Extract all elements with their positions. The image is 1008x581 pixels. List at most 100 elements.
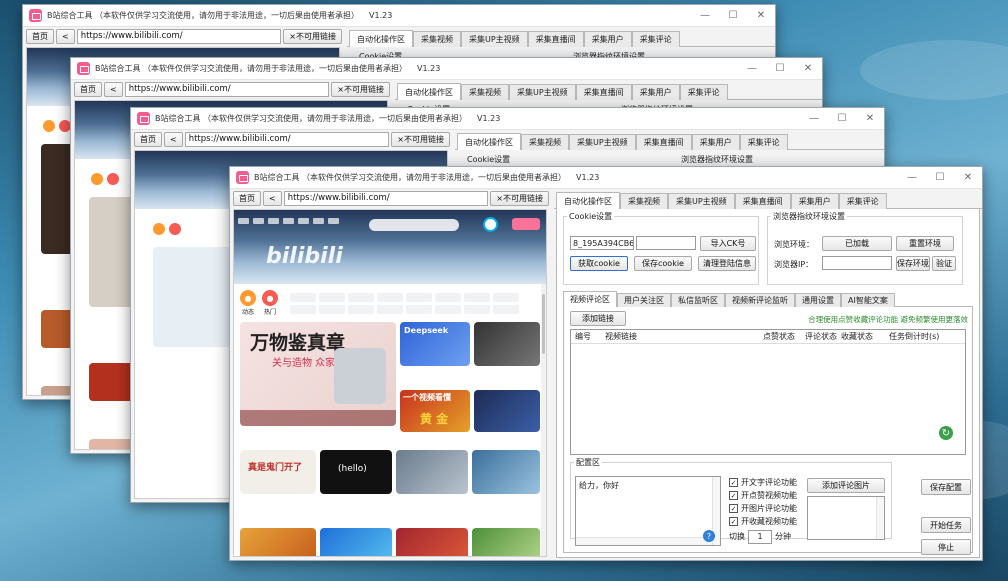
video-card[interactable] (474, 322, 540, 366)
upload-button[interactable] (512, 218, 540, 230)
tab-collect-comment[interactable]: 采集评论 (739, 134, 788, 150)
tab-collect-video[interactable]: 采集视频 (413, 31, 461, 47)
minimize-button[interactable]: — (738, 58, 766, 80)
tab-collect-live[interactable]: 采集直播间 (635, 134, 692, 150)
no-link-button[interactable]: ×不可用链接 (490, 190, 549, 206)
add-comment-image-button[interactable]: 添加评论图片 (807, 478, 885, 493)
browser-scrollbar[interactable] (541, 284, 546, 556)
comment-image-list[interactable] (807, 496, 885, 540)
url-field[interactable]: https://www.bilibili.com/ (124, 81, 330, 97)
back-button[interactable]: < (104, 81, 123, 97)
video-card[interactable] (89, 197, 135, 307)
minimize-button[interactable]: — (691, 5, 719, 27)
tab-collect-live[interactable]: 采集直播间 (527, 31, 584, 47)
refresh-icon[interactable]: ↻ (939, 426, 953, 440)
video-card[interactable] (396, 528, 468, 556)
dynamic-icon[interactable] (43, 120, 55, 132)
subtab-video-comments[interactable]: 视频评论区 (563, 291, 617, 307)
cookie-extra-field[interactable] (636, 236, 696, 250)
option-like-video[interactable]: ✓ 开点赞视频功能 (729, 489, 797, 502)
maximize-button[interactable]: ☐ (766, 58, 794, 80)
tab-collect-comment[interactable]: 采集评论 (631, 31, 680, 47)
checkbox-icon[interactable]: ✓ (729, 478, 738, 487)
tab-collect-user[interactable]: 采集用户 (631, 84, 680, 100)
tab-automation[interactable]: 自动化操作区 (349, 30, 413, 47)
help-icon[interactable]: ? (703, 530, 715, 542)
env-loaded-button[interactable]: 已加载 (822, 236, 892, 251)
minimize-button[interactable]: — (800, 108, 828, 130)
video-card[interactable] (472, 450, 540, 494)
video-card[interactable]: 一个视频看懂 黄 金 (400, 390, 470, 432)
tab-collect-video[interactable]: 采集视频 (461, 84, 509, 100)
home-button[interactable]: 首页 (74, 81, 102, 97)
save-cookie-button[interactable]: 保存cookie (634, 256, 692, 271)
dynamic-icon[interactable] (153, 223, 165, 235)
dynamic-icon[interactable]: ● (240, 290, 256, 306)
subtab-user-follow[interactable]: 用户关注区 (617, 293, 671, 307)
tab-automation[interactable]: 自动化操作区 (556, 192, 620, 209)
maximize-button[interactable]: ☐ (828, 108, 856, 130)
video-card[interactable] (240, 528, 316, 556)
maximize-button[interactable]: ☐ (926, 167, 954, 189)
ip-field[interactable] (822, 256, 892, 270)
verify-button[interactable]: 验证 (932, 256, 956, 271)
avatar[interactable] (483, 217, 498, 232)
video-card[interactable] (89, 439, 135, 449)
subtab-new-comment-listen[interactable]: 视频新评论监听 (725, 293, 795, 307)
home-button[interactable]: 首页 (26, 28, 54, 44)
import-ck-button[interactable]: 导入CK号 (700, 236, 756, 251)
video-card[interactable]: 真是鬼门开了 (240, 450, 316, 494)
switch-interval-input[interactable]: 1 (748, 529, 772, 544)
save-env-button[interactable]: 保存环境 (896, 256, 930, 271)
close-button[interactable]: ✕ (794, 58, 822, 80)
option-image-comment[interactable]: ✓ 开图片评论功能 (729, 502, 797, 515)
dynamic-icon[interactable] (91, 173, 103, 185)
video-card[interactable] (474, 390, 540, 432)
back-button[interactable]: < (56, 28, 75, 44)
image-list-scrollbar[interactable] (876, 497, 884, 539)
comment-text-area[interactable]: 给力，你好 (575, 476, 721, 546)
tab-collect-live[interactable]: 采集直播间 (575, 84, 632, 100)
checkbox-icon[interactable]: ✓ (729, 517, 738, 526)
reset-env-button[interactable]: 重置环境 (896, 236, 954, 251)
tab-collect-up[interactable]: 采集UP主视频 (668, 193, 735, 209)
checkbox-icon[interactable]: ✓ (729, 504, 738, 513)
url-field[interactable]: https://www.bilibili.com/ (184, 131, 390, 147)
clear-login-button[interactable]: 清理登陆信息 (698, 256, 756, 271)
tab-collect-up[interactable]: 采集UP主视频 (461, 31, 528, 47)
url-field[interactable]: https://www.bilibili.com/ (283, 190, 489, 206)
tab-collect-up[interactable]: 采集UP主视频 (569, 134, 636, 150)
close-button[interactable]: ✕ (747, 5, 775, 27)
tab-collect-video[interactable]: 采集视频 (521, 134, 569, 150)
back-button[interactable]: < (164, 131, 183, 147)
no-link-button[interactable]: ×不可用链接 (331, 81, 390, 97)
tab-collect-video[interactable]: 采集视频 (620, 193, 668, 209)
video-card[interactable] (320, 528, 392, 556)
get-cookie-button[interactable]: 获取cookie (570, 256, 628, 271)
hot-icon[interactable]: ● (262, 290, 278, 306)
featured-card[interactable]: 万物鉴真章 关与造物 众家鉴真道 (240, 322, 396, 426)
embedded-browser[interactable]: bilibili ● 动态 ● 热门 万物鉴真章 关与造物 众家鉴真道 Deep… (233, 209, 547, 557)
video-card[interactable] (396, 450, 468, 494)
hot-icon[interactable] (107, 173, 119, 185)
back-button[interactable]: < (263, 190, 282, 206)
home-button[interactable]: 首页 (134, 131, 162, 147)
video-card[interactable] (89, 363, 135, 401)
tab-collect-user[interactable]: 采集用户 (790, 193, 839, 209)
bili-search-input[interactable] (369, 219, 459, 231)
maximize-button[interactable]: ☐ (719, 5, 747, 27)
video-card[interactable]: Deepseek (400, 322, 470, 366)
tab-collect-user[interactable]: 采集用户 (691, 134, 740, 150)
save-config-button[interactable]: 保存配置 (921, 479, 971, 495)
tab-automation[interactable]: 自动化操作区 (457, 133, 521, 150)
hot-icon[interactable] (169, 223, 181, 235)
tab-automation[interactable]: 自动化操作区 (397, 83, 461, 100)
add-link-button[interactable]: 添加链接 (570, 311, 626, 326)
tab-collect-live[interactable]: 采集直播间 (734, 193, 791, 209)
cookie-value-field[interactable]: 8_195A394CB61; (570, 236, 634, 250)
subtab-ai-copy[interactable]: AI智能文案 (841, 293, 895, 307)
start-task-button[interactable]: 开始任务 (921, 517, 971, 533)
link-table[interactable]: 编号 视频链接 点赞状态 评论状态 收藏状态 任务倒计时(s) ↻ (570, 329, 966, 455)
url-field[interactable]: https://www.bilibili.com/ (76, 28, 282, 44)
video-card[interactable] (472, 528, 540, 556)
